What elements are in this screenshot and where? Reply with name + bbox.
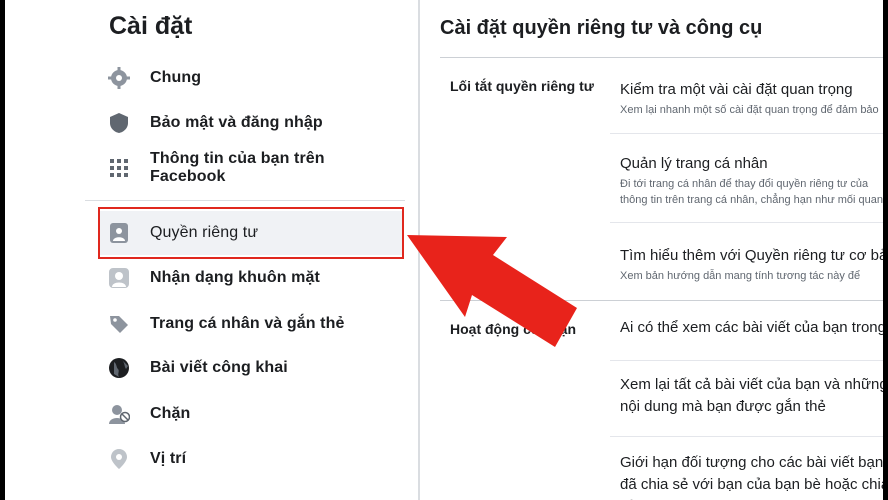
sidebar-item-label: Nhận dạng khuôn mặt [150, 269, 320, 286]
section-label-your-activity: Hoạt động của bạn [450, 321, 576, 337]
row-description: Xem lại nhanh một số cài đặt quan trọng … [620, 104, 879, 116]
settings-window: Cài đặt Chung Bảo mật và đăng nhập Thông… [5, 0, 883, 500]
sidebar-title: Cài đặt [109, 12, 193, 40]
sidebar-divider [85, 200, 405, 201]
privacy-settings-panel: Cài đặt quyền riêng tư và công cụ Lối tắ… [420, 0, 883, 500]
row-limit-past-posts[interactable]: Giới hạn đối tượng cho các bài viết bạn … [620, 452, 883, 500]
face-recognition-icon [108, 267, 130, 289]
row-privacy-basics[interactable]: Tìm hiểu thêm với Quyền riêng tư cơ bản … [620, 246, 883, 284]
block-user-icon [108, 403, 130, 425]
row-title: Quản lý trang cá nhân [620, 155, 768, 172]
row-title: Kiểm tra một vài cài đặt quan trọng [620, 81, 853, 98]
section-separator [440, 300, 883, 301]
sidebar-item-security[interactable]: Bảo mật và đăng nhập [100, 101, 403, 145]
section-label-privacy-shortcuts: Lối tắt quyền riêng tư [450, 78, 594, 94]
sidebar-item-label: Trang cá nhân và gắn thẻ [150, 315, 345, 332]
page-title: Cài đặt quyền riêng tư và công cụ [440, 17, 763, 39]
row-description: Đi tới trang cá nhân để thay đổi quyền r… [620, 178, 883, 206]
sidebar-item-label: Chung [150, 69, 202, 86]
row-future-posts-audience[interactable]: Ai có thể xem các bài viết của bạn trong… [620, 318, 883, 338]
sidebar-item-blocking[interactable]: Chặn [100, 392, 403, 436]
sidebar-item-profile-tagging[interactable]: Trang cá nhân và gắn thẻ [100, 302, 403, 346]
sidebar-item-label: Bài viết công khai [150, 359, 288, 376]
sidebar-item-location[interactable]: Vị trí [100, 437, 403, 481]
row-separator [610, 360, 883, 361]
sidebar-item-label: Bảo mật và đăng nhập [150, 114, 323, 131]
row-description: Xem bản hướng dẫn mang tính tương tác nà… [620, 270, 861, 282]
sidebar-item-label: Vị trí [150, 450, 187, 467]
row-separator [610, 436, 883, 437]
row-title: Giới hạn đối tượng cho các bài viết bạn … [620, 454, 883, 500]
row-title: Ai có thể xem các bài viết của bạn trong… [620, 319, 883, 336]
row-separator [610, 222, 883, 223]
sidebar-item-public-posts[interactable]: Bài viết công khai [100, 346, 403, 390]
shield-icon [108, 112, 130, 134]
row-separator [610, 133, 883, 134]
gear-icon [108, 67, 130, 89]
sidebar-item-your-facebook-info[interactable]: Thông tin của bạn trên Facebook [100, 146, 403, 190]
highlight-annotation-box [98, 207, 404, 259]
location-pin-icon [108, 448, 130, 470]
globe-icon [108, 357, 130, 379]
sidebar-item-label: Chặn [150, 405, 191, 422]
row-title: Tìm hiểu thêm với Quyền riêng tư cơ bản [620, 247, 883, 264]
sidebar-item-face-recognition[interactable]: Nhận dạng khuôn mặt [100, 256, 403, 300]
tag-icon [108, 313, 130, 335]
row-review-posts-tagged[interactable]: Xem lại tất cả bài viết của bạn và những… [620, 374, 883, 418]
title-separator [440, 57, 883, 58]
sidebar-item-label: Thông tin của bạn trên Facebook [150, 150, 325, 185]
row-title: Xem lại tất cả bài viết của bạn và những… [620, 376, 883, 415]
sidebar-item-general[interactable]: Chung [100, 56, 403, 100]
row-privacy-checkup[interactable]: Kiểm tra một vài cài đặt quan trọng Xem … [620, 80, 883, 118]
settings-sidebar: Cài đặt Chung Bảo mật và đăng nhập Thông… [5, 0, 420, 500]
facebook-info-icon [108, 157, 130, 179]
row-manage-profile[interactable]: Quản lý trang cá nhân Đi tới trang cá nh… [620, 154, 883, 208]
